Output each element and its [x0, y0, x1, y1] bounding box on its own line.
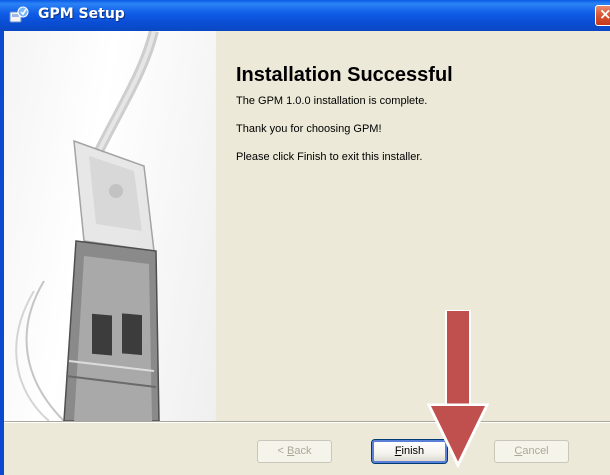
setup-window: GPM Setup × Installation Successful The … — [0, 0, 610, 475]
back-button[interactable]: < Back — [257, 440, 332, 463]
cancel-button[interactable]: Cancel — [494, 440, 569, 463]
finish-button-label: inish — [401, 445, 425, 457]
finish-button-accel: F — [394, 445, 402, 457]
wizard-content: Installation Successful The GPM 1.0.0 in… — [216, 31, 610, 421]
wizard-side-image — [4, 31, 216, 421]
installer-app-icon — [9, 6, 29, 23]
usb-connector-icon — [15, 31, 160, 421]
wizard-footer: < Back Finish Cancel — [4, 423, 610, 475]
completion-message: The GPM 1.0.0 installation is complete. — [236, 95, 428, 107]
close-button[interactable]: × — [595, 5, 610, 26]
title-bar[interactable]: GPM Setup × — [0, 0, 610, 31]
finish-instruction: Please click Finish to exit this install… — [236, 151, 423, 163]
close-icon: × — [599, 5, 610, 23]
back-button-prefix: < — [277, 445, 287, 457]
thank-you-message: Thank you for choosing GPM! — [236, 123, 382, 135]
cancel-button-label: ancel — [522, 445, 549, 457]
page-heading: Installation Successful — [236, 64, 453, 86]
down-arrow-icon — [427, 310, 489, 468]
back-button-label: ack — [294, 445, 312, 457]
window-title: GPM Setup — [38, 6, 125, 22]
